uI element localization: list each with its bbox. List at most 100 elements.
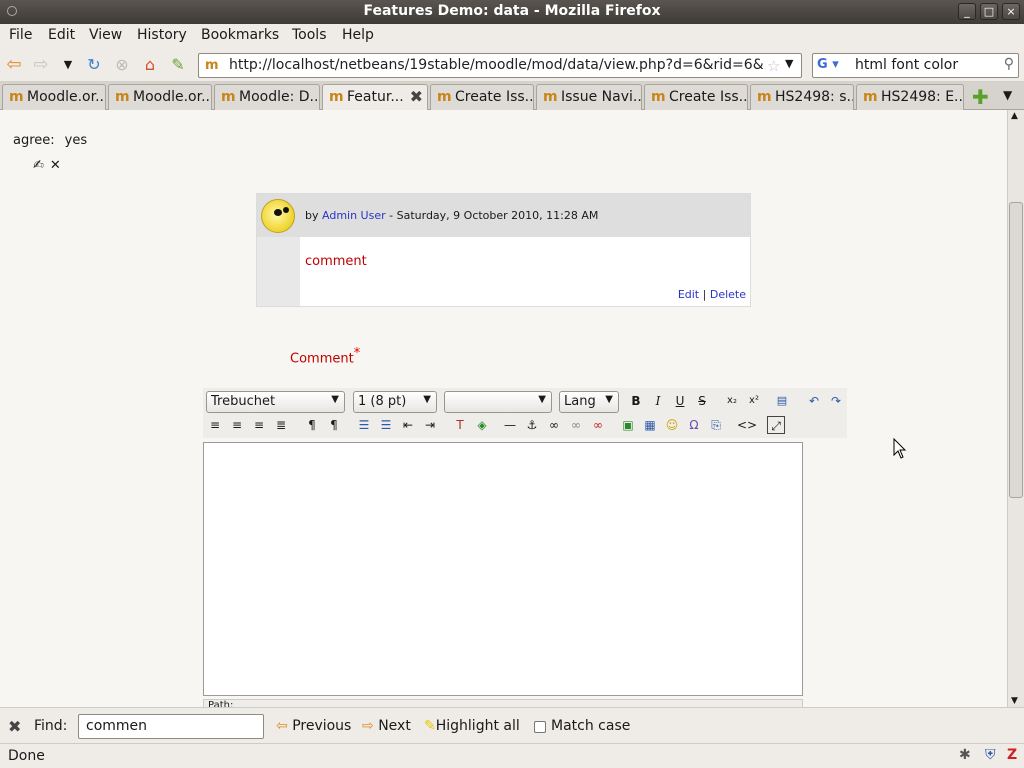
- insert-image-icon[interactable]: ▣: [619, 416, 637, 434]
- link-icon[interactable]: ∞: [545, 416, 563, 434]
- reload-icon[interactable]: ↻: [85, 56, 103, 74]
- edit-pencil-icon[interactable]: ✍: [33, 158, 44, 173]
- font-select-value: Trebuchet: [211, 394, 276, 409]
- menu-file[interactable]: File: [9, 27, 32, 43]
- action-separator: |: [702, 288, 707, 301]
- superscript-icon[interactable]: x²: [745, 392, 763, 410]
- history-dropdown-icon[interactable]: ▼: [59, 56, 77, 74]
- match-case-label[interactable]: Match case: [551, 718, 630, 734]
- zotero-icon[interactable]: Z: [1007, 747, 1017, 763]
- search-bar[interactable]: G ▾ html font color ⚲: [812, 53, 1019, 78]
- close-window-button[interactable]: ×: [1002, 3, 1020, 20]
- find-next-button[interactable]: ⇨ Next: [362, 718, 411, 734]
- fullscreen-icon[interactable]: ⤢: [767, 416, 785, 434]
- search-replace-icon[interactable]: ⎘: [707, 416, 725, 434]
- tab-create-issue-2[interactable]: m Create Iss...: [644, 84, 748, 110]
- maximize-button[interactable]: □: [980, 3, 998, 20]
- close-findbar-icon[interactable]: ✖: [8, 717, 21, 736]
- firebug-icon[interactable]: ✱: [959, 747, 971, 763]
- tab-create-issue-1[interactable]: m Create Iss...: [430, 84, 534, 110]
- stop-icon[interactable]: ⊗: [113, 56, 131, 74]
- back-arrow-icon[interactable]: ⇦: [5, 56, 23, 74]
- lang-select[interactable]: Lang ▼: [559, 391, 619, 413]
- align-left-icon[interactable]: ≡: [206, 416, 224, 434]
- new-tab-plus-icon[interactable]: ✚: [972, 85, 989, 109]
- menu-edit[interactable]: Edit: [48, 27, 75, 43]
- highlight-all-button[interactable]: ✎Highlight all: [424, 718, 520, 734]
- font-select[interactable]: Trebuchet ▼: [206, 391, 345, 413]
- forward-arrow-icon[interactable]: ⇨: [32, 56, 50, 74]
- tab-moodle-d[interactable]: m Moodle: D...: [214, 84, 320, 110]
- rtl-icon[interactable]: ¶: [325, 416, 343, 434]
- underline-icon[interactable]: U: [671, 392, 689, 410]
- ltr-icon[interactable]: ¶: [303, 416, 321, 434]
- unordered-list-icon[interactable]: ☰: [377, 416, 395, 434]
- text-color-icon[interactable]: T: [451, 416, 469, 434]
- moodle-favicon-icon: m: [115, 89, 130, 105]
- strikethrough-icon[interactable]: S: [693, 392, 711, 410]
- scroll-up-icon[interactable]: ▲: [1011, 111, 1018, 121]
- menu-help[interactable]: Help: [342, 27, 374, 43]
- tab-features-active[interactable]: m Featur... ✖: [322, 84, 428, 111]
- minimize-button[interactable]: _: [958, 3, 976, 20]
- search-input[interactable]: html font color: [855, 57, 958, 73]
- page-scrollbar[interactable]: ▲ ▼: [1007, 110, 1024, 707]
- special-char-icon[interactable]: Ω: [685, 416, 703, 434]
- undo-icon[interactable]: ↶: [805, 392, 823, 410]
- scrollbar-thumb[interactable]: [1009, 202, 1023, 498]
- url-text[interactable]: http://localhost/netbeans/19stable/moodl…: [229, 57, 763, 73]
- tab-hs2498-e[interactable]: m HS2498: E...: [856, 84, 964, 110]
- comment-edit-link[interactable]: Edit: [678, 288, 699, 301]
- indent-icon[interactable]: ⇥: [421, 416, 439, 434]
- author-link[interactable]: Admin User: [322, 209, 386, 222]
- menu-bookmarks[interactable]: Bookmarks: [201, 27, 279, 43]
- outdent-icon[interactable]: ⇤: [399, 416, 417, 434]
- search-icon[interactable]: ⚲: [1004, 56, 1014, 72]
- format-select[interactable]: ▼: [444, 391, 552, 413]
- find-input[interactable]: commen: [78, 714, 264, 739]
- url-dropdown-icon[interactable]: ▼: [785, 57, 793, 70]
- avatar[interactable]: [261, 199, 295, 233]
- google-engine-icon[interactable]: G ▾: [817, 57, 845, 75]
- addon-shield-icon[interactable]: ⛨: [985, 747, 996, 763]
- italic-icon[interactable]: I: [649, 392, 667, 410]
- nolink-icon[interactable]: ∞: [589, 416, 607, 434]
- paste-word-icon[interactable]: ▤: [773, 392, 791, 410]
- bookmark-star-icon[interactable]: ☆: [767, 57, 780, 75]
- list-all-tabs-icon[interactable]: ▼: [1003, 88, 1012, 102]
- redo-icon[interactable]: ↷: [827, 392, 845, 410]
- tab-hs2498-s[interactable]: m HS2498: s...: [750, 84, 854, 110]
- menu-history[interactable]: History: [137, 27, 187, 43]
- align-center-icon[interactable]: ≡: [228, 416, 246, 434]
- unlink-icon[interactable]: ∞: [567, 416, 585, 434]
- html-source-icon[interactable]: <>: [737, 416, 757, 434]
- horizontal-rule-icon[interactable]: —: [501, 416, 519, 434]
- size-select[interactable]: 1 (8 pt) ▼: [353, 391, 437, 413]
- subscript-icon[interactable]: x₂: [723, 392, 741, 410]
- ordered-list-icon[interactable]: ☰: [355, 416, 373, 434]
- scroll-down-icon[interactable]: ▼: [1011, 696, 1018, 706]
- smiley-icon[interactable]: ☺: [663, 416, 681, 434]
- tab-moodle-org-2[interactable]: m Moodle.or...: [108, 84, 212, 110]
- menu-view[interactable]: View: [89, 27, 122, 43]
- bold-icon[interactable]: B: [627, 392, 645, 410]
- home-icon[interactable]: ⌂: [141, 56, 159, 74]
- url-bar[interactable]: m http://localhost/netbeans/19stable/moo…: [198, 53, 802, 78]
- justify-icon[interactable]: ≣: [272, 416, 290, 434]
- bg-color-icon[interactable]: ◈: [473, 416, 491, 434]
- comment-actions: Edit | Delete: [678, 288, 746, 301]
- close-tab-icon[interactable]: ✖: [410, 87, 423, 106]
- comment-delete-link[interactable]: Delete: [710, 288, 746, 301]
- tab-issue-navigator[interactable]: m Issue Navi...: [536, 84, 642, 110]
- bookmark-leaf-icon[interactable]: ✎: [169, 56, 187, 74]
- comment-editor-area[interactable]: [203, 442, 803, 696]
- tab-moodle-org-1[interactable]: m Moodle.or...: [2, 84, 106, 110]
- insert-table-icon[interactable]: ▦: [641, 416, 659, 434]
- align-right-icon[interactable]: ≡: [250, 416, 268, 434]
- menu-tools[interactable]: Tools: [292, 27, 327, 43]
- comment-form-label: Comment*: [290, 346, 360, 366]
- find-previous-button[interactable]: ⇦ Previous: [276, 718, 351, 734]
- match-case-checkbox[interactable]: [534, 721, 546, 733]
- delete-x-icon[interactable]: ✕: [50, 158, 61, 173]
- anchor-icon[interactable]: ⚓: [523, 416, 541, 434]
